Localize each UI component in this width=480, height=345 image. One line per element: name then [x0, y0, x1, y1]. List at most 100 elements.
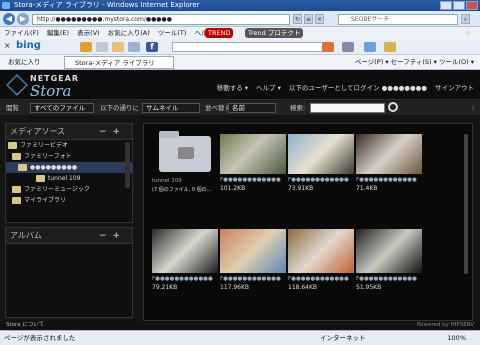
item-name: F●●●●●●●●●●●● [288, 276, 349, 282]
tree-label: ●●●●●●●●● [30, 164, 78, 171]
tree-item-family-video[interactable]: ファミリービデオ [6, 140, 132, 151]
zoom-level[interactable]: 100% [447, 331, 466, 345]
folder-icon [12, 197, 21, 204]
bing-search-input[interactable] [172, 42, 332, 52]
status-bar: ページが表示されました インターネット 100% [0, 330, 480, 345]
signout-link[interactable]: サインアウト [435, 82, 474, 92]
folder-icon [8, 142, 17, 149]
about-link[interactable]: Stora について [6, 322, 44, 328]
grid-item-photo[interactable]: F●●●●●●●●●●●● 101.2KB [220, 134, 286, 192]
thumbnail-dropdown[interactable]: サムネイル [142, 103, 200, 113]
search-input[interactable]: SEOBEサーチ [338, 14, 458, 25]
menu-tools[interactable]: ツール(T) [158, 29, 187, 37]
bing-logo: bing [16, 40, 41, 51]
tool-icon-5[interactable] [322, 42, 334, 52]
tree-label: ファミリービデオ [20, 142, 69, 149]
add-favorite-icon[interactable]: ☆ [465, 27, 471, 39]
grid-item-photo[interactable]: F●●●●●●●●●●●● 71.4KB [356, 134, 422, 192]
panel-controls[interactable]: −+ [99, 124, 126, 140]
tool-icon-2[interactable] [96, 42, 108, 52]
tool-icon-1[interactable] [80, 42, 92, 52]
item-size: 71.4KB [356, 185, 378, 192]
tree-item-tunnel[interactable]: tunnel 109 [6, 173, 132, 184]
folder-icon [36, 175, 45, 182]
tree-scrollbar[interactable] [125, 142, 130, 188]
facebook-icon[interactable]: f [146, 42, 158, 52]
tree-item-my-library[interactable]: マイライブラリ [6, 195, 132, 206]
folder-icon [12, 186, 21, 193]
bing-toolbar: × bing f [0, 39, 480, 55]
tree-item-selected[interactable]: ●●●●●●●●● [6, 162, 132, 173]
filter-dropdown[interactable]: すべてのファイル [30, 103, 94, 113]
trend-protect-button[interactable]: Trend プロテクト [245, 28, 304, 38]
tree-label: ファミリーフォト [24, 153, 72, 160]
tool-icon-4[interactable] [128, 42, 140, 52]
refresh-icon[interactable]: ↻ [293, 14, 302, 24]
grid-item-photo[interactable]: F●●●●●●●●●●●● 118.64KB [288, 229, 354, 291]
toolbar-close-icon[interactable]: × [4, 41, 11, 50]
main-stage: メディアソース −+ ファミリービデオ ファミリーフォト ●●●●●●●●● t… [0, 115, 480, 321]
album-title: アルバム [10, 231, 42, 240]
compat-icon[interactable]: ≡ [304, 14, 313, 24]
menu-edit[interactable]: 編集(E) [47, 29, 69, 37]
sort-dropdown[interactable]: 名前 [228, 103, 276, 113]
minimize-button[interactable] [440, 1, 452, 10]
grid-item-photo[interactable]: F●●●●●●●●●●●● 79.21KB [152, 229, 218, 291]
media-source-title: メディアソース [10, 127, 66, 136]
view-label: 閲覧 [6, 104, 19, 112]
window-title: Stora-メディア ライブラリ - Windows Internet Expl… [14, 1, 200, 9]
favorites-button[interactable]: お気に入り [8, 55, 41, 70]
window-controls [440, 1, 478, 10]
brand-stora: Stora [30, 82, 72, 100]
item-name: F●●●●●●●●●●●● [356, 276, 417, 282]
maximize-button[interactable] [453, 1, 465, 10]
stop-icon[interactable]: × [315, 14, 324, 24]
powered-by: Powered by HIPSERV [417, 322, 474, 328]
folder-icon [12, 153, 21, 160]
app-toolbar: 閲覧 すべてのファイル 以下の通りに サムネイル 並べ替え 名前 検索: i [0, 101, 480, 115]
item-size: 51.95KB [356, 284, 382, 291]
item-size: 118.64KB [288, 284, 318, 291]
move-menu[interactable]: 移動する ▾ [217, 82, 248, 92]
folder-video-icon [159, 131, 211, 172]
tool-icon-6[interactable] [342, 42, 354, 52]
tree-item-family-music[interactable]: ファミリーミュージック [6, 184, 132, 195]
login-status: 以下のユーザーとしてログイン ●●●●●●●● [288, 84, 427, 92]
grid-item-photo[interactable]: F●●●●●●●●●●●● 117.96KB [220, 229, 286, 291]
grid-item-photo[interactable]: F●●●●●●●●●●●● 73.91KB [288, 134, 354, 192]
sort-prefix: 以下の通りに [100, 104, 139, 112]
item-size: 101.2KB [220, 185, 246, 192]
tool-icon-3[interactable] [112, 42, 124, 52]
tool-icon-8[interactable] [384, 42, 396, 52]
help-menu[interactable]: ヘルプ ▾ [256, 82, 281, 92]
forward-icon[interactable]: ▶ [17, 13, 29, 25]
address-bar[interactable]: http://●●●●●●●●●.mystora.com/●●●●● [32, 14, 290, 25]
side-pane: メディアソース −+ ファミリービデオ ファミリーフォト ●●●●●●●●● t… [5, 123, 133, 318]
item-name: F●●●●●●●●●●●● [356, 177, 417, 183]
item-name: F●●●●●●●●●●●● [220, 276, 281, 282]
trend-button[interactable]: TREND [205, 28, 234, 38]
tree-label: マイライブラリ [24, 197, 67, 204]
tool-icon-7[interactable] [364, 42, 376, 52]
grid-item-folder[interactable]: tunnel 109 (7 個のファイル, 0 個の… [152, 131, 218, 193]
zone-text: インターネット [320, 334, 366, 342]
browser-tab[interactable]: Stora-メディア ライブラリ [64, 56, 174, 69]
panel-controls[interactable]: −+ [99, 228, 126, 244]
photo-thumbnail [152, 229, 218, 273]
menu-favorites[interactable]: お気に入り(A) [108, 29, 150, 37]
close-button[interactable] [466, 1, 478, 10]
command-bar[interactable]: ページ(P) ▾ セーフティ(S) ▾ ツール(O) ▾ [355, 55, 474, 70]
media-source-panel: メディアソース −+ ファミリービデオ ファミリーフォト ●●●●●●●●● t… [5, 123, 133, 223]
grid-scrollbar[interactable] [464, 134, 468, 274]
search-label: 検索: [290, 104, 306, 112]
back-icon[interactable]: ◀ [3, 13, 15, 25]
info-icon[interactable]: i [472, 101, 474, 115]
menu-view[interactable]: 表示(V) [77, 29, 100, 37]
tree-item-family-photo[interactable]: ファミリーフォト [6, 151, 132, 162]
album-panel: アルバム −+ [5, 227, 133, 318]
menu-file[interactable]: ファイル(F) [4, 29, 39, 37]
app-search-input[interactable] [310, 103, 385, 113]
grid-item-photo[interactable]: F●●●●●●●●●●●● 51.95KB [356, 229, 422, 291]
search-icon[interactable]: ⌕ [461, 14, 470, 24]
magnifier-icon[interactable] [388, 102, 398, 112]
